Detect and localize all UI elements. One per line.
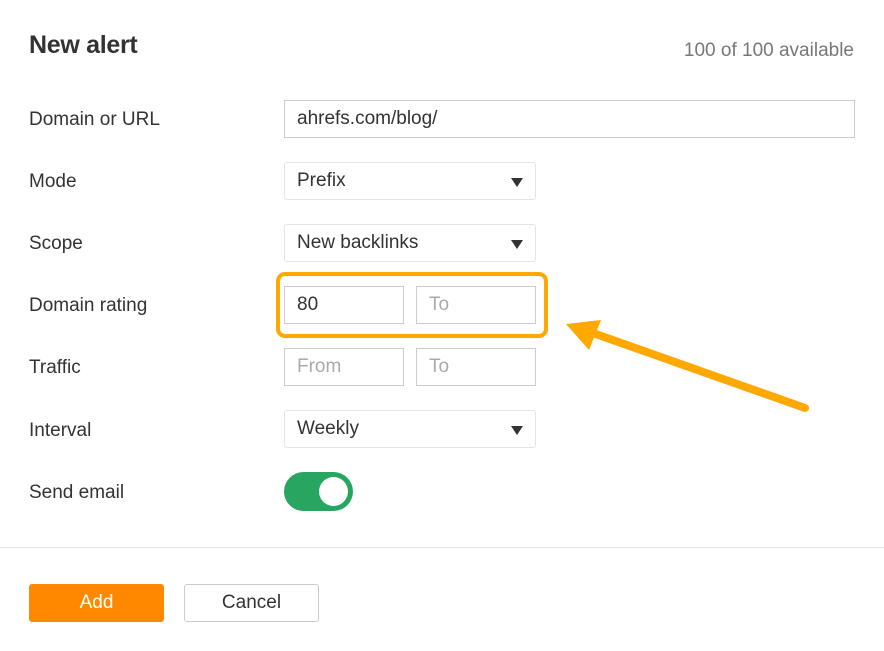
send-email-label: Send email [29, 482, 125, 503]
dialog-title: New alert [29, 31, 138, 59]
mode-value: Prefix [297, 170, 346, 191]
send-email-toggle[interactable] [284, 472, 353, 511]
interval-select[interactable]: Weekly [284, 410, 536, 448]
mode-select[interactable]: Prefix [284, 162, 536, 200]
domain-input[interactable]: ahrefs.com/blog/ [284, 100, 855, 138]
domain-label: Domain or URL [29, 109, 160, 130]
annotation-highlight-box [276, 272, 548, 338]
traffic-label: Traffic [29, 357, 81, 378]
alerts-availability: 100 of 100 available [683, 40, 854, 61]
mode-label: Mode [29, 171, 77, 192]
traffic-to-input[interactable]: To [416, 348, 536, 386]
interval-label: Interval [29, 420, 92, 441]
scope-select[interactable]: New backlinks [284, 224, 536, 262]
domain-rating-label: Domain rating [29, 295, 148, 316]
chevron-down-icon [511, 178, 523, 187]
arrow-head [566, 320, 601, 350]
arrow-shaft [586, 328, 809, 412]
chevron-down-icon [511, 240, 523, 249]
scope-value: New backlinks [297, 232, 419, 253]
toggle-knob [319, 477, 348, 506]
add-button[interactable]: Add [29, 584, 164, 622]
traffic-from-input[interactable]: From [284, 348, 404, 386]
chevron-down-icon [511, 426, 523, 435]
footer-divider [0, 547, 884, 548]
scope-label: Scope [29, 233, 83, 254]
interval-value: Weekly [297, 418, 359, 439]
cancel-button[interactable]: Cancel [184, 584, 319, 622]
